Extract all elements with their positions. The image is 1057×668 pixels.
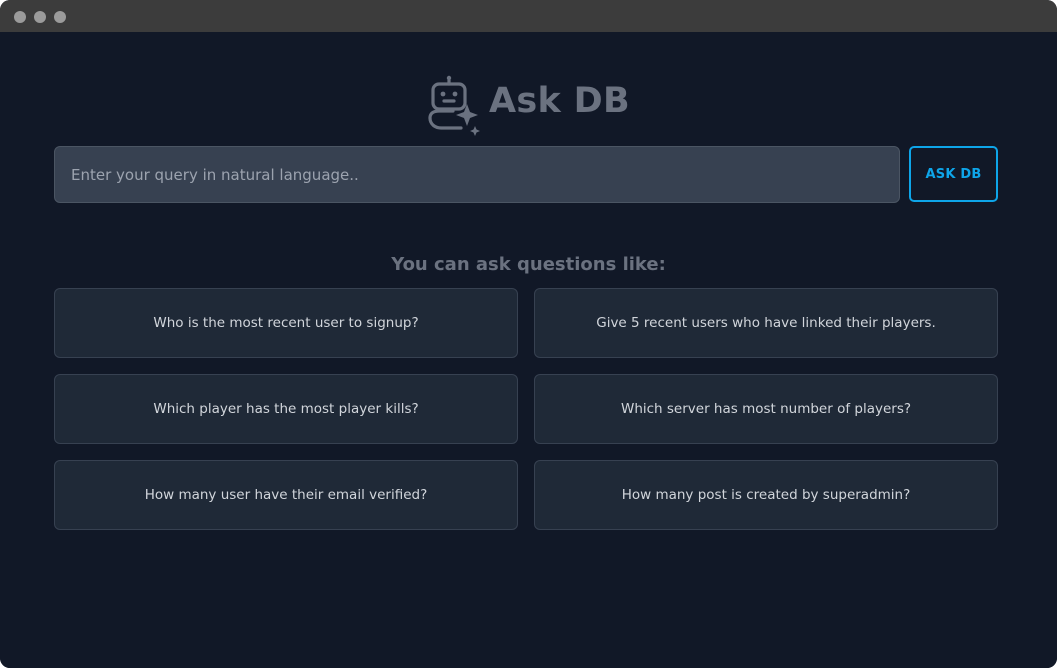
app-window: Ask DB ASK DB You can ask questions like…	[0, 0, 1057, 668]
main-content: Ask DB ASK DB You can ask questions like…	[0, 32, 1057, 668]
suggestions-heading: You can ask questions like:	[391, 254, 666, 275]
window-minimize-button[interactable]	[34, 11, 46, 23]
brand-header: Ask DB	[0, 70, 1057, 136]
suggestion-card[interactable]: Which server has most number of players?	[534, 374, 998, 444]
suggestion-card[interactable]: Who is the most recent user to signup?	[54, 288, 518, 358]
suggestion-card[interactable]: How many post is created by superadmin?	[534, 460, 998, 530]
suggestion-card[interactable]: How many user have their email verified?	[54, 460, 518, 530]
suggestion-card[interactable]: Which player has the most player kills?	[54, 374, 518, 444]
ask-db-button[interactable]: ASK DB	[909, 146, 998, 202]
window-titlebar	[0, 0, 1057, 32]
app-title: Ask DB	[489, 81, 630, 121]
window-close-button[interactable]	[14, 11, 26, 23]
suggestion-card[interactable]: Give 5 recent users who have linked thei…	[534, 288, 998, 358]
robot-sparkle-icon	[427, 74, 483, 136]
query-input[interactable]	[54, 146, 900, 203]
window-zoom-button[interactable]	[54, 11, 66, 23]
